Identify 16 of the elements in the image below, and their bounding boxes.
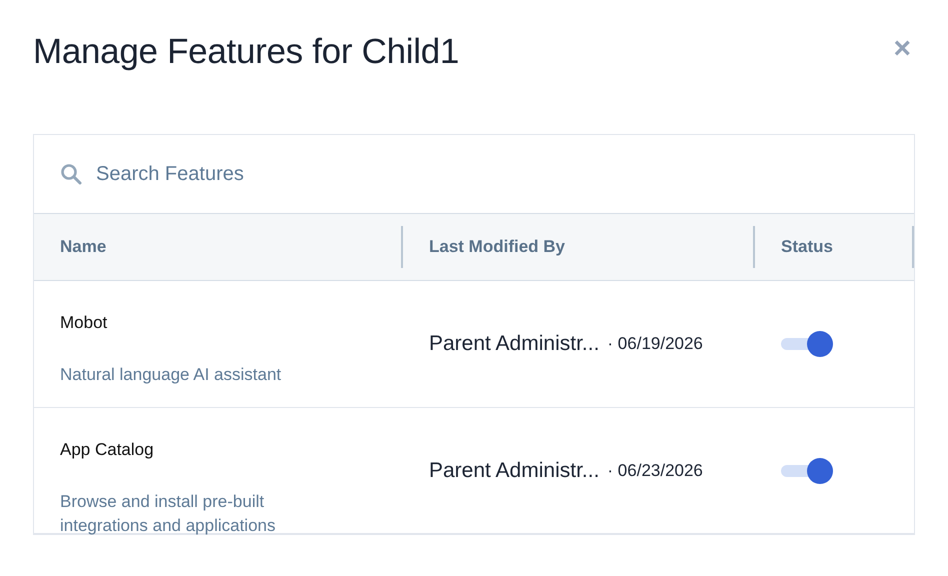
column-header[interactable]: Name (34, 214, 403, 281)
dialog-title: Manage Features for Child1 (33, 32, 460, 72)
modified-date: · 06/23/2026 (607, 460, 703, 480)
column-header[interactable]: Status (755, 214, 914, 281)
column-header[interactable]: Last Modified By (403, 214, 755, 281)
feature-name: Mobot (60, 313, 108, 333)
feature-description: Natural language AI assistant (60, 364, 282, 386)
modified-by: Parent Administr... (429, 332, 600, 356)
status-toggle[interactable] (781, 331, 833, 357)
modified-date: · 06/19/2026 (607, 334, 703, 354)
feature-name: App Catalog (60, 440, 155, 460)
modified-by: Parent Administr... (429, 458, 600, 482)
feature-description: Browse and install pre-built integrations and applications (60, 491, 276, 537)
search-icon (60, 163, 82, 185)
status-toggle[interactable] (781, 458, 833, 484)
close-button[interactable]: × (893, 34, 911, 64)
